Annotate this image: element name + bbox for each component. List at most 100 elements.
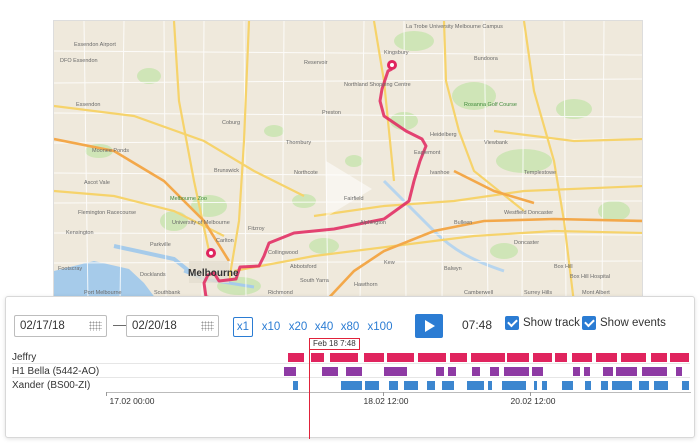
axis-tick-label: 17.02 00:00 [109, 396, 155, 406]
activity-segment[interactable] [507, 353, 529, 362]
map-label: Moonee Ponds [92, 148, 129, 154]
map-label: Melbourne [188, 268, 239, 279]
map-label: Viewbank [484, 140, 508, 146]
activity-segment[interactable] [534, 381, 537, 390]
map-label: Melbourne Zoo [170, 196, 207, 202]
activity-segment[interactable] [601, 381, 608, 390]
activity-segment[interactable] [384, 367, 407, 376]
map-label: Abbotsford [290, 264, 317, 270]
map-label: South Yarra [300, 278, 329, 284]
activity-segment[interactable] [596, 353, 617, 362]
activity-segment[interactable] [651, 353, 667, 362]
activity-segment[interactable] [346, 367, 362, 376]
activity-segment[interactable] [502, 381, 526, 390]
playhead-line[interactable] [309, 349, 310, 439]
activity-segment[interactable] [490, 367, 499, 376]
activity-segment[interactable] [532, 367, 543, 376]
activity-segment[interactable] [542, 381, 547, 390]
map-label: Northland Shopping Centre [344, 82, 411, 88]
activity-segment[interactable] [365, 381, 379, 390]
map-label: Flemington Racecourse [78, 210, 137, 216]
map-label: Eaglemont [414, 150, 441, 156]
map-label: La Trobe University Melbourne Campus [406, 24, 503, 30]
activity-segment[interactable] [488, 381, 492, 390]
activity-segment[interactable] [555, 353, 567, 362]
activity-segment[interactable] [504, 367, 529, 376]
playback-panel: 02/17/18 — 02/20/18 x1 x10 x20 x40 x80 x… [5, 296, 696, 439]
activity-segment[interactable] [670, 353, 689, 362]
map-label: Hawthorn [354, 282, 378, 288]
activity-segment[interactable] [676, 367, 682, 376]
activity-segment[interactable] [654, 381, 668, 390]
activity-segment[interactable] [621, 353, 646, 362]
map-label: Balwyn [444, 266, 462, 272]
map-label: University of Melbourne [172, 220, 230, 226]
activity-segment[interactable] [288, 353, 304, 362]
map-label: Reservoir [304, 60, 328, 66]
map-label: Heidelberg [430, 132, 457, 138]
map-label: Collingwood [268, 250, 298, 256]
vehicle-tracking-app: Essendon Airport DFO Essendon Essendon M… [0, 0, 700, 446]
activity-segment[interactable] [562, 381, 573, 390]
activity-segment[interactable] [322, 367, 338, 376]
activity-segment[interactable] [311, 353, 324, 362]
map-label: Coburg [222, 120, 241, 126]
activity-segment[interactable] [293, 381, 298, 390]
axis-tick-label: 20.02 12:00 [510, 396, 556, 406]
map-label: Box Hill Hospital [570, 274, 611, 280]
map-label: Brunswick [214, 168, 240, 174]
map-label: Alphington [360, 220, 386, 226]
map-label: Kensington [66, 230, 94, 236]
map-label: Docklands [140, 272, 166, 278]
map-label: Rosanna Golf Course [464, 102, 517, 108]
map-label: Footscray [58, 266, 83, 272]
activity-segment[interactable] [341, 381, 362, 390]
map-label: Preston [322, 110, 341, 116]
activity-segment[interactable] [682, 381, 689, 390]
activity-segment[interactable] [585, 381, 591, 390]
activity-segment[interactable] [572, 353, 592, 362]
activity-segment[interactable] [642, 367, 667, 376]
playhead-label: Feb 18 7:48 [309, 338, 360, 350]
activity-segment[interactable] [436, 367, 444, 376]
map-label: Parkville [150, 242, 171, 248]
map-label: Ascot Vale [84, 180, 110, 186]
map-label: Thornbury [286, 140, 312, 146]
map-label: Box Hill [554, 264, 573, 270]
activity-segment[interactable] [471, 353, 505, 362]
map-label: DFO Essendon [60, 58, 98, 64]
activity-segment[interactable] [330, 353, 358, 362]
activity-segment[interactable] [389, 381, 398, 390]
activity-segment[interactable] [612, 381, 632, 390]
map-label: Kew [384, 260, 395, 266]
activity-segment[interactable] [284, 367, 296, 376]
activity-segment[interactable] [364, 353, 384, 362]
map-label: Northcote [294, 170, 318, 176]
map-view[interactable]: Essendon Airport DFO Essendon Essendon M… [53, 20, 643, 302]
map-label: Templestowe [524, 170, 557, 176]
activity-segment[interactable] [639, 381, 649, 390]
activity-segment[interactable] [467, 381, 484, 390]
activity-segment[interactable] [603, 367, 613, 376]
time-axis [106, 392, 691, 393]
activity-segment[interactable] [442, 381, 454, 390]
activity-segment[interactable] [573, 367, 580, 376]
map-label: Essendon Airport [74, 42, 116, 48]
activity-segment[interactable] [533, 353, 552, 362]
activity-segment[interactable] [448, 367, 456, 376]
axis-tick [106, 392, 107, 396]
activity-segment[interactable] [450, 353, 467, 362]
activity-segment[interactable] [387, 353, 414, 362]
activity-segment[interactable] [616, 367, 637, 376]
map-label: Fairfield [344, 196, 364, 202]
activity-segment[interactable] [404, 381, 418, 390]
activity-segment[interactable] [584, 367, 590, 376]
activity-segment[interactable] [418, 353, 446, 362]
timeline-tracks[interactable] [6, 297, 696, 439]
map-label: Doncaster [514, 240, 540, 246]
activity-segment[interactable] [472, 367, 480, 376]
activity-segment[interactable] [427, 381, 435, 390]
axis-tick-label: 18.02 12:00 [363, 396, 409, 406]
map-label: Bulleen [454, 220, 473, 226]
map-label: Kingsbury [384, 50, 409, 56]
